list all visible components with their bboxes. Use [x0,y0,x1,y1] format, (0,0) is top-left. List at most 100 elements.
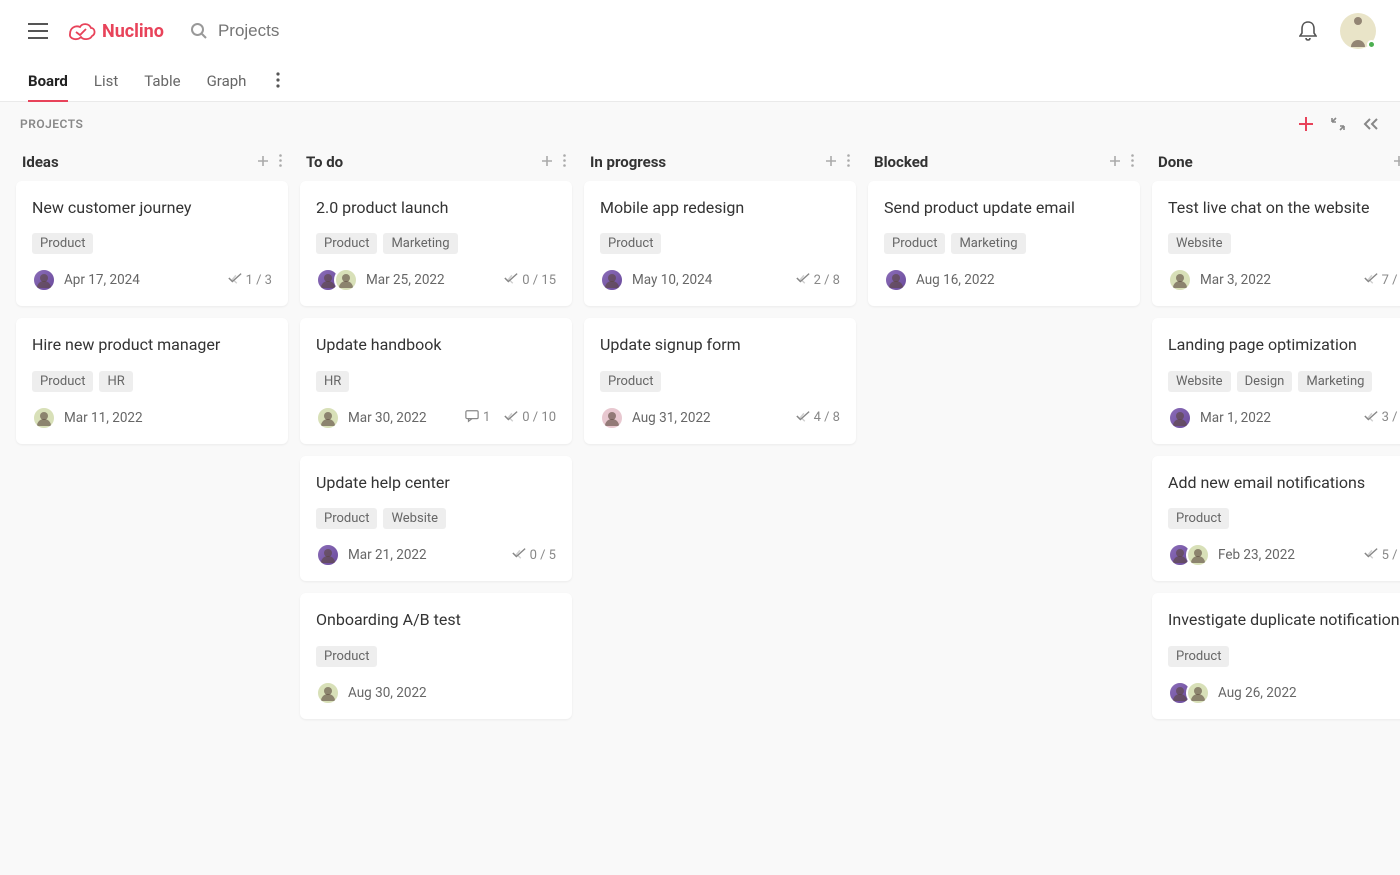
card-comments: 1 [465,409,490,427]
card-title: Test live chat on the website [1168,197,1400,219]
tag: Design [1237,371,1293,392]
column-more-icon[interactable] [279,152,282,171]
notifications-icon[interactable] [1294,17,1322,45]
card-date: Feb 23, 2022 [1218,547,1295,563]
column-add-icon[interactable] [825,152,837,171]
search-input[interactable] [218,21,518,41]
card-date: Aug 16, 2022 [916,272,995,288]
card[interactable]: Add new email notificationsProductFeb 23… [1152,456,1400,581]
card-title: Onboarding A/B test [316,609,556,631]
tag: Product [32,233,93,254]
collapse-icon[interactable] [1330,116,1346,132]
card[interactable]: Update signup formProductAug 31, 20224 /… [584,318,856,443]
assignee-avatar [32,268,56,292]
assignee-avatar [1168,268,1192,292]
card[interactable]: 2.0 product launchProductMarketingMar 25… [300,181,572,306]
column-more-icon[interactable] [1131,152,1134,171]
search[interactable] [178,21,1280,41]
card-footer: Aug 30, 2022 [316,681,556,705]
board-column: Done Test live chat on the website Website… [1152,148,1400,731]
user-avatar[interactable] [1340,13,1376,49]
card-footer: Aug 16, 2022 [884,268,1124,292]
checklist-icon [796,409,810,427]
assignee-avatar [316,681,340,705]
column-more-icon[interactable] [563,152,566,171]
card-checklist: 1 / 3 [228,271,272,289]
tag: Product [884,233,945,254]
card-date: Apr 17, 2024 [64,272,140,288]
card-tags: Product [1168,646,1400,667]
column-add-icon[interactable] [1109,152,1121,171]
card-title: Update handbook [316,334,556,356]
card-footer: Mar 11, 2022 [32,406,272,430]
logo-text: Nuclino [102,21,164,42]
card-checklist: 2 / 8 [796,271,840,289]
card[interactable]: Update help centerProductWebsiteMar 21, … [300,456,572,581]
card-checklist: 0 / 5 [512,546,556,564]
card-title: Mobile app redesign [600,197,840,219]
card-title: Landing page optimization [1168,334,1400,356]
tab-list[interactable]: List [94,62,118,102]
tag: Marketing [1298,371,1372,392]
assignees [600,268,624,292]
tab-table[interactable]: Table [144,62,180,102]
assignee-avatar [316,406,340,430]
column-more-icon[interactable] [847,152,850,171]
card-date: May 10, 2024 [632,272,712,288]
assignee-avatar [334,268,358,292]
tag: Product [600,233,661,254]
checklist-icon [1364,409,1378,427]
card-date: Mar 21, 2022 [348,547,427,563]
checklist-icon [1364,271,1378,289]
column-add-icon[interactable] [1393,152,1400,171]
menu-icon[interactable] [24,17,52,45]
column-add-icon[interactable] [541,152,553,171]
assignees [316,268,358,292]
tag: Product [600,371,661,392]
tab-board[interactable]: Board [28,62,68,102]
card[interactable]: Mobile app redesign Product May 10, 2024 2 … [584,181,856,306]
assignees [32,406,56,430]
card-tags: Product [32,233,272,254]
board-column: To do2.0 product launchProductMarketingM… [300,148,572,731]
tag: Marketing [951,233,1025,254]
card-footer: Mar 25, 20220 / 15 [316,268,556,292]
card[interactable]: Onboarding A/B testProductAug 30, 2022 [300,593,572,718]
tag: Product [1168,508,1229,529]
card-title: Update signup form [600,334,840,356]
assignees [884,268,908,292]
assignee-avatar [1186,681,1210,705]
view-tabs: Board List Table Graph [0,62,1400,102]
checklist-icon [1364,546,1378,564]
card-date: Aug 30, 2022 [348,685,427,701]
card[interactable]: Hire new product managerProductHRMar 11,… [16,318,288,443]
tag: Website [1168,233,1231,254]
logo[interactable]: Nuclino [66,20,164,42]
card[interactable]: Investigate duplicate notificationsProdu… [1152,593,1400,718]
column-header: Done [1152,148,1400,181]
card-tags: Product Marketing [884,233,1124,254]
card-tags: ProductMarketing [316,233,556,254]
card[interactable]: Update handbookHRMar 30, 202210 / 10 [300,318,572,443]
card[interactable]: Send product update emailProductMarketin… [868,181,1140,306]
expand-panel-icon[interactable] [1362,117,1380,131]
board-container: PROJECTS IdeasNew customer journeyProduc… [0,102,1400,875]
status-online-icon [1367,40,1376,49]
card[interactable]: New customer journey Product Apr 17, 2024 1… [16,181,288,306]
card[interactable]: Landing page optimization WebsiteDesignMa… [1152,318,1400,443]
card-tags: WebsiteDesignMarketing [1168,371,1400,392]
column-add-icon[interactable] [257,152,269,171]
checklist-icon [796,271,810,289]
card-footer: Mar 30, 2022 1 0 / 10 [316,406,556,430]
card[interactable]: Test live chat on the websiteWebsiteMar … [1152,181,1400,306]
tab-graph[interactable]: Graph [207,62,247,102]
board-column: In progressMobile app redesignProductMay… [584,148,856,731]
card-tags: Product [1168,508,1400,529]
add-icon[interactable] [1298,116,1314,132]
card-title: New customer journey [32,197,272,219]
tabs-more-icon[interactable] [272,68,284,96]
card-checklist: 0 / 10 [504,409,556,427]
card-tags: ProductWebsite [316,508,556,529]
card-date: Mar 30, 2022 [348,410,427,426]
card-date: Aug 31, 2022 [632,410,711,426]
